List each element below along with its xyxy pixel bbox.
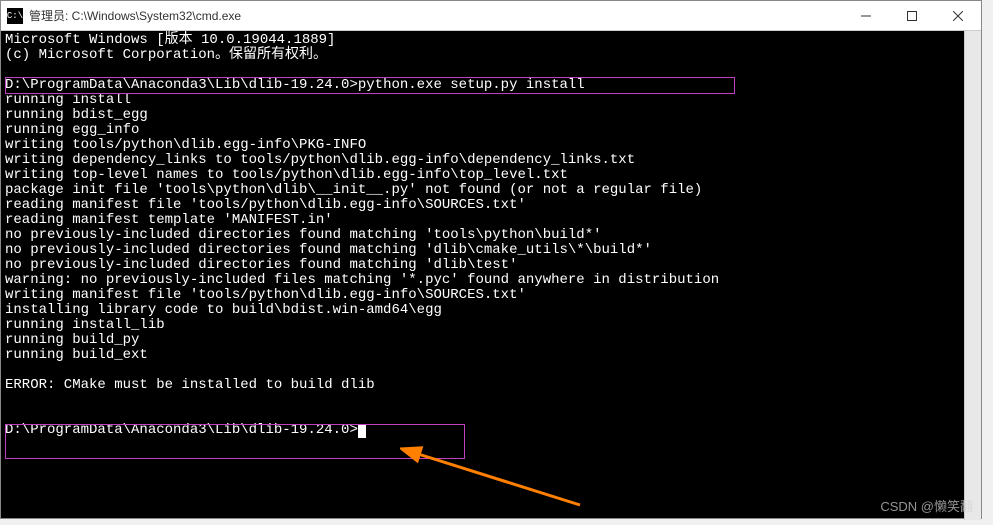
output-line: writing dependency_links to tools/python…	[5, 152, 635, 168]
minimize-button[interactable]	[843, 1, 889, 30]
window-title: 管理员: C:\Windows\System32\cmd.exe	[29, 7, 241, 24]
prompt: D:\ProgramData\Anaconda3\Lib\dlib-19.24.…	[5, 422, 358, 438]
output-line: installing library code to build\bdist.w…	[5, 302, 442, 318]
scrollbar[interactable]	[964, 31, 981, 520]
output-line: package init file 'tools\python\dlib\__i…	[5, 182, 702, 198]
output-line: Microsoft Windows [版本 10.0.19044.1889]	[5, 32, 335, 48]
maximize-button[interactable]	[889, 1, 935, 30]
output-line: running install	[5, 92, 131, 108]
output-line: running bdist_egg	[5, 107, 148, 123]
output-line: writing tools/python\dlib.egg-info\PKG-I…	[5, 137, 366, 153]
output-line: writing manifest file 'tools/python\dlib…	[5, 287, 526, 303]
command: python.exe setup.py install	[358, 77, 585, 93]
output-line: warning: no previously-included files ma…	[5, 272, 719, 288]
close-icon	[953, 11, 963, 21]
titlebar[interactable]: C:\ 管理员: C:\Windows\System32\cmd.exe	[1, 1, 981, 31]
terminal-body[interactable]: Microsoft Windows [版本 10.0.19044.1889] (…	[1, 31, 981, 518]
maximize-icon	[907, 11, 917, 21]
app-icon: C:\	[7, 8, 23, 24]
output-line: (c) Microsoft Corporation。保留所有权利。	[5, 47, 327, 63]
prompt: D:\ProgramData\Anaconda3\Lib\dlib-19.24.…	[5, 77, 358, 93]
error-line: ERROR: CMake must be installed to build …	[5, 377, 375, 393]
output-line: running egg_info	[5, 122, 139, 138]
output-line: writing top-level names to tools/python\…	[5, 167, 568, 183]
cmd-window: C:\ 管理员: C:\Windows\System32\cmd.exe Mic…	[0, 0, 982, 519]
output-line: no previously-included directories found…	[5, 242, 652, 258]
output-line: no previously-included directories found…	[5, 257, 517, 273]
output-line: running build_ext	[5, 347, 148, 363]
cursor	[358, 424, 366, 438]
output-line: running build_py	[5, 332, 139, 348]
minimize-icon	[861, 11, 871, 21]
output-line: running install_lib	[5, 317, 165, 333]
output-line: no previously-included directories found…	[5, 227, 602, 243]
output-line: reading manifest template 'MANIFEST.in'	[5, 212, 333, 228]
close-button[interactable]	[935, 1, 981, 30]
output-line: reading manifest file 'tools/python\dlib…	[5, 197, 526, 213]
